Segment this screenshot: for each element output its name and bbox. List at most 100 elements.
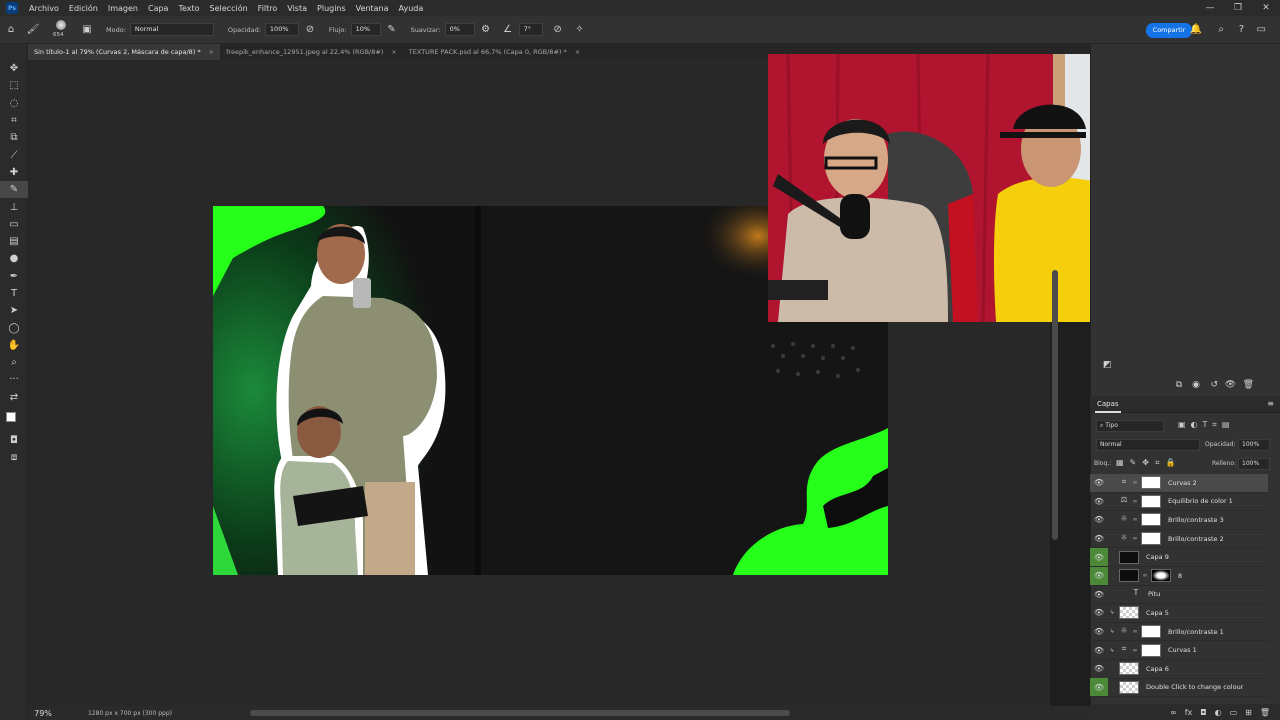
- menu-filtro[interactable]: Filtro: [253, 4, 283, 13]
- layer-thumbnail[interactable]: [1119, 662, 1139, 676]
- tab-texture-pack[interactable]: TEXTURE PACK.psd al 66,7% (Capa 0, RGB/8…: [403, 44, 586, 60]
- layer-thumbnail[interactable]: [1141, 513, 1161, 527]
- zoom-level[interactable]: 79%: [28, 709, 58, 718]
- layer-thumbnail[interactable]: [1119, 606, 1139, 620]
- quick-mask-icon[interactable]: ◘: [0, 432, 28, 449]
- visibility-eye-icon[interactable]: 👁: [1090, 566, 1108, 585]
- airbrush-icon[interactable]: ✎: [385, 23, 399, 37]
- layer-thumbnail[interactable]: [1119, 569, 1139, 583]
- tab-freepik[interactable]: freepik_enhance_12951.jpeg al 22,4% (RGB…: [220, 44, 403, 60]
- layer-opacity-input[interactable]: 100%: [1238, 439, 1270, 451]
- brush-tool-icon[interactable]: ✎: [0, 181, 28, 199]
- layer-thumbnail[interactable]: [1141, 532, 1161, 546]
- layer-thumbnail[interactable]: [1141, 476, 1161, 490]
- object-selection-icon[interactable]: ⧉: [0, 129, 28, 146]
- dodge-tool-icon[interactable]: ●: [0, 250, 28, 267]
- visibility-eye-icon[interactable]: 👁: [1090, 474, 1108, 492]
- horizontal-scrollbar[interactable]: [250, 710, 790, 716]
- color-swatches[interactable]: [0, 406, 27, 432]
- hand-tool-icon[interactable]: ✋: [0, 337, 28, 354]
- close-tab-icon[interactable]: ×: [209, 44, 214, 60]
- visibility-eye-icon[interactable]: 👁: [1090, 492, 1108, 510]
- pressure-opacity-icon[interactable]: ⊘: [303, 23, 317, 37]
- layer-row[interactable]: 👁 ☼ ∞ Brillo/contraste 3: [1090, 511, 1268, 530]
- clip-to-layer-icon[interactable]: ⧉: [1176, 380, 1182, 390]
- minimize-button[interactable]: —: [1196, 0, 1224, 16]
- layer-row[interactable]: 👁 ⌗ ∞ Curvas 2: [1090, 474, 1268, 493]
- notifications-icon[interactable]: 🔔: [1190, 24, 1202, 35]
- mask-link-icon[interactable]: ∞: [1132, 628, 1138, 635]
- tab-sin-titulo[interactable]: Sin título-1 al 79% (Curvas 2, Máscara d…: [28, 44, 221, 60]
- layer-row[interactable]: 👁 ↳ ☼ ∞ Brillo/contraste 1: [1090, 623, 1268, 642]
- layer-row[interactable]: 👁 ⚖ ∞ Equilibrio de color 1: [1090, 493, 1268, 512]
- pen-tool-icon[interactable]: ✒: [0, 268, 28, 285]
- layer-row[interactable]: 👁 ∞ 8: [1090, 566, 1268, 586]
- eraser-tool-icon[interactable]: ▭: [0, 216, 28, 233]
- screen-mode-icon[interactable]: ⧈: [0, 449, 28, 466]
- eyedropper-tool-icon[interactable]: ⟋: [0, 146, 28, 163]
- angle-input[interactable]: 7°: [518, 23, 543, 36]
- crop-tool-icon[interactable]: ⌗: [0, 112, 28, 129]
- layer-filter-select[interactable]: ⌕ Tipo: [1096, 420, 1164, 432]
- move-tool-icon[interactable]: ✥: [0, 60, 28, 77]
- layer-thumbnail[interactable]: [1119, 680, 1139, 694]
- new-group-icon[interactable]: ▭: [1230, 708, 1238, 717]
- pressure-size-icon[interactable]: ⊘: [551, 23, 565, 37]
- panel-menu-icon[interactable]: ≡: [1267, 399, 1274, 408]
- search-icon[interactable]: ⌕: [1218, 24, 1224, 35]
- layer-row[interactable]: 👁 ☼ ∞ Brillo/contraste 2: [1090, 530, 1268, 549]
- lasso-tool-icon[interactable]: ◌: [0, 95, 28, 112]
- menu-texto[interactable]: Texto: [173, 4, 204, 13]
- type-tool-icon[interactable]: T: [0, 285, 28, 302]
- menu-vista[interactable]: Vista: [282, 4, 312, 13]
- opacity-input[interactable]: 100%: [264, 23, 299, 36]
- workspace-icon[interactable]: ▭: [1257, 24, 1266, 35]
- layer-thumbnail[interactable]: [1141, 643, 1161, 657]
- gradient-tool-icon[interactable]: ▤: [0, 233, 28, 250]
- shape-tool-icon[interactable]: ◯: [0, 319, 28, 336]
- mask-link-icon[interactable]: ∞: [1132, 647, 1138, 654]
- mask-link-icon[interactable]: ∞: [1132, 535, 1138, 542]
- menu-seleccion[interactable]: Selección: [205, 4, 253, 13]
- close-tab-icon[interactable]: ×: [391, 44, 396, 60]
- fill-input[interactable]: 100%: [1238, 458, 1270, 470]
- path-selection-icon[interactable]: ➤: [0, 302, 28, 319]
- view-previous-icon[interactable]: ◉: [1192, 380, 1200, 390]
- link-layers-icon[interactable]: ∞: [1170, 708, 1177, 717]
- share-button[interactable]: Compartir: [1146, 23, 1192, 38]
- close-window-button[interactable]: ✕: [1252, 0, 1280, 16]
- blend-mode-select[interactable]: Normal: [1096, 439, 1200, 451]
- layer-row[interactable]: 👁 T Pitu: [1090, 586, 1268, 605]
- delete-layer-icon[interactable]: 🗑: [1260, 708, 1270, 717]
- layer-row[interactable]: 👁 Capa 6: [1090, 660, 1268, 679]
- mode-select[interactable]: Normal: [129, 23, 214, 36]
- stamp-tool-icon[interactable]: ⊥: [0, 198, 28, 215]
- flow-input[interactable]: 10%: [350, 23, 381, 36]
- visibility-eye-icon[interactable]: 👁: [1090, 660, 1108, 678]
- visibility-eye-icon[interactable]: 👁: [1090, 641, 1108, 659]
- visibility-eye-icon[interactable]: 👁: [1090, 678, 1108, 697]
- tab-capas[interactable]: Capas: [1095, 396, 1121, 413]
- mask-link-icon[interactable]: ∞: [1142, 572, 1148, 579]
- menu-ventana[interactable]: Ventana: [351, 4, 394, 13]
- layer-thumbnail[interactable]: [1141, 494, 1161, 508]
- marquee-tool-icon[interactable]: ⬚: [0, 77, 28, 94]
- new-layer-icon[interactable]: ⊞: [1245, 708, 1252, 717]
- menu-capa[interactable]: Capa: [143, 4, 173, 13]
- menu-plugins[interactable]: Plugins: [312, 4, 351, 13]
- menu-ayuda[interactable]: Ayuda: [394, 4, 429, 13]
- more-tools-icon[interactable]: ···: [0, 371, 28, 388]
- brush-settings-icon[interactable]: ▣: [80, 23, 94, 37]
- menu-imagen[interactable]: Imagen: [103, 4, 143, 13]
- layer-thumbnail[interactable]: [1119, 550, 1139, 564]
- visibility-eye-icon[interactable]: 👁: [1090, 511, 1108, 529]
- mask-link-icon[interactable]: ∞: [1132, 498, 1138, 505]
- reset-adjustment-icon[interactable]: ↺: [1210, 380, 1218, 390]
- foreground-color-swatch[interactable]: [6, 411, 16, 422]
- layer-row[interactable]: 👁 ↳ ⌗ ∞ Curvas 1: [1090, 641, 1268, 660]
- toggle-visibility-icon[interactable]: 👁: [1225, 380, 1236, 390]
- visibility-eye-icon[interactable]: 👁: [1090, 623, 1108, 641]
- vertical-scrollbar[interactable]: [1052, 270, 1058, 540]
- lock-icons[interactable]: ▦✎✥⌗🔒: [1116, 458, 1181, 468]
- maximize-button[interactable]: ❐: [1224, 0, 1252, 16]
